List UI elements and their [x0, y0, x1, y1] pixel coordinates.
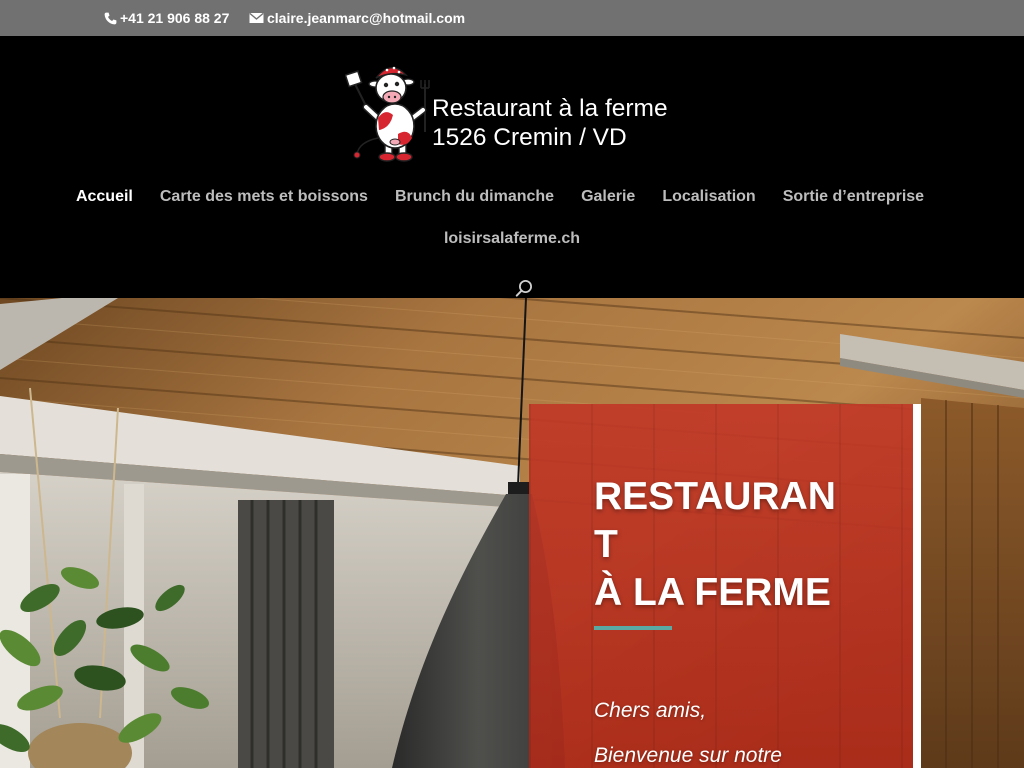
nav-item-accueil[interactable]: Accueil	[76, 187, 133, 207]
intro-text: Bienvenue sur notre	[594, 744, 782, 767]
logo-title: Restaurant à la ferme	[432, 95, 668, 122]
search-button[interactable]	[515, 279, 533, 297]
hero-title: RESTAURANT À LA FERME	[594, 473, 852, 617]
top-bar: +41 21 906 88 27 claire.jeanmarc@hotmail…	[0, 0, 1024, 36]
nav-item-sortie-entreprise[interactable]: Sortie d’entreprise	[783, 187, 924, 207]
phone-number: +41 21 906 88 27	[120, 10, 230, 26]
nav-item-loisirsalaferme[interactable]: loisirsalaferme.ch	[444, 229, 580, 249]
email-address: claire.jeanmarc@hotmail.com	[267, 10, 466, 26]
nav-item-brunch[interactable]: Brunch du dimanche	[395, 187, 554, 207]
logo-subtitle: 1526 Cremin / VD	[432, 124, 627, 151]
main-nav-row: Accueil Carte des mets et boissons Brunc…	[0, 187, 1012, 207]
envelope-icon	[249, 12, 264, 23]
nav-item-galerie[interactable]: Galerie	[581, 187, 635, 207]
search-icon	[515, 280, 532, 297]
site-logo[interactable]: Restaurant à la ferme 1526 Cremin / VD	[345, 58, 685, 164]
welcome-card: RESTAURANT À LA FERME Chers amis, Bienve…	[529, 404, 921, 768]
hero-title-line: RESTAURANT	[594, 475, 836, 566]
main-nav-row: loisirsalaferme.ch	[0, 229, 1024, 249]
phone-link[interactable]: +41 21 906 88 27	[104, 0, 229, 36]
cow-mascot-illustration	[345, 66, 430, 162]
email-link[interactable]: claire.jeanmarc@hotmail.com	[249, 0, 465, 36]
hero-section: RESTAURANT À LA FERME Chers amis, Bienve…	[0, 298, 1024, 768]
site-header: Restaurant à la ferme 1526 Cremin / VD A…	[0, 36, 1024, 298]
logo-wordmark: Restaurant à la ferme 1526 Cremin / VD	[432, 94, 668, 152]
nav-item-localisation[interactable]: Localisation	[662, 187, 755, 207]
title-underline	[594, 626, 672, 630]
nav-item-carte-des-mets[interactable]: Carte des mets et boissons	[160, 187, 368, 207]
curtain	[238, 500, 334, 768]
hero-title-line: À LA FERME	[594, 571, 831, 614]
greeting-text: Chers amis,	[594, 699, 707, 722]
phone-icon	[104, 12, 117, 24]
